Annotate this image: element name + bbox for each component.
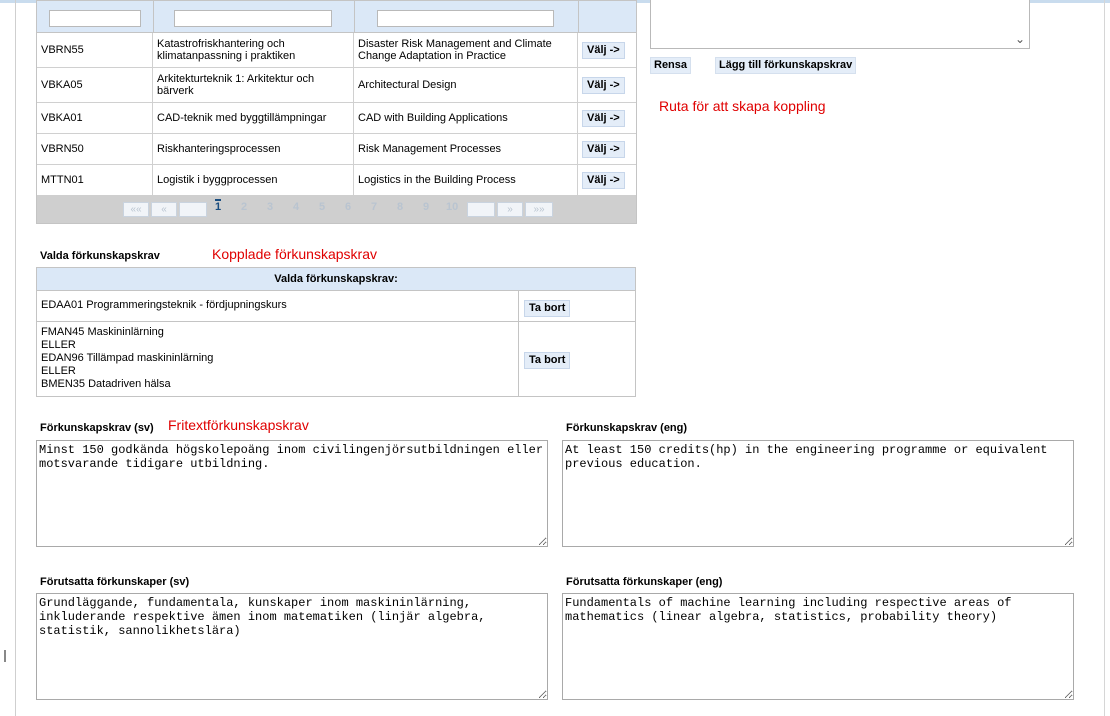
- pager-page-3[interactable]: 3: [267, 201, 273, 213]
- table-row: MTTN01 Logistik i byggprocessen Logistic…: [37, 165, 636, 195]
- table-row: EDAA01 Programmeringsteknik - fördjupnin…: [37, 291, 635, 322]
- pager-page-5[interactable]: 5: [319, 201, 325, 213]
- prereq-en-textarea[interactable]: At least 150 credits(hp) in the engineer…: [562, 440, 1074, 547]
- pager-blank: [467, 202, 495, 217]
- select-cell: Välj ->: [578, 68, 636, 102]
- right-frame-border: [1104, 0, 1105, 716]
- course-code: VBRN55: [37, 33, 153, 67]
- course-code: VBRN50: [37, 134, 153, 164]
- scroll-down-icon[interactable]: ⌄: [1015, 32, 1025, 46]
- course-code: VBKA05: [37, 68, 153, 102]
- select-course-button[interactable]: Välj ->: [582, 140, 625, 158]
- select-cell: Välj ->: [578, 103, 636, 133]
- assumed-sv-label: Förutsatta förkunskaper (sv): [40, 576, 190, 588]
- pager-page-1[interactable]: 1: [215, 199, 222, 213]
- pager-page-4[interactable]: 4: [293, 201, 299, 213]
- table-row: VBKA01 CAD-teknik med byggtillämpningar …: [37, 103, 636, 134]
- course-code: VBKA01: [37, 103, 153, 133]
- pager-page-7[interactable]: 7: [371, 201, 377, 213]
- filter-cell-name-sv: [153, 1, 355, 32]
- pager-first-button[interactable]: ««: [123, 202, 149, 217]
- pager-prev-button[interactable]: «: [151, 202, 177, 217]
- filter-cell-code: [37, 1, 154, 32]
- pager-page-6[interactable]: 6: [345, 201, 351, 213]
- course-name-en: Logistics in the Building Process: [354, 165, 578, 195]
- assumed-en-label: Förutsatta förkunskaper (eng): [566, 576, 723, 588]
- annotation-freetext: Fritextförkunskapskrav: [168, 417, 309, 433]
- selected-prereq-table: Valda förkunskapskrav: EDAA01 Programmer…: [36, 267, 636, 397]
- select-cell: Välj ->: [578, 134, 636, 164]
- prereq-sv-label: Förkunskapskrav (sv): [40, 422, 154, 434]
- pager-blank: [179, 202, 207, 217]
- left-edge-marker: [4, 650, 6, 662]
- select-course-button[interactable]: Välj ->: [582, 76, 625, 94]
- select-course-button[interactable]: Välj ->: [582, 109, 625, 127]
- select-cell: Välj ->: [578, 165, 636, 195]
- pager-page-10[interactable]: 10: [446, 201, 458, 213]
- filter-row: [37, 1, 636, 33]
- course-name-sv: Katastrofriskhantering och klimatanpassn…: [153, 33, 354, 67]
- course-code: MTTN01: [37, 165, 153, 195]
- prereq-line: FMAN45 Maskininlärning: [41, 326, 164, 338]
- pager-page-2[interactable]: 2: [241, 201, 247, 213]
- filter-name-en-input[interactable]: [377, 10, 554, 27]
- course-name-en: Architectural Design: [354, 68, 578, 102]
- selected-section-label: Valda förkunskapskrav: [40, 250, 160, 262]
- course-name-sv: Arkitekturteknik 1: Arkitektur och bärve…: [153, 68, 354, 102]
- prereq-sv-textarea[interactable]: Minst 150 godkända högskolepoäng inom ci…: [36, 440, 548, 547]
- assumed-en-textarea[interactable]: Fundamentals of machine learning includi…: [562, 593, 1074, 700]
- course-name-en: Disaster Risk Management and Climate Cha…: [354, 33, 578, 67]
- prereq-or: ELLER: [41, 339, 76, 351]
- filter-name-sv-input[interactable]: [174, 10, 332, 27]
- annotation-linked: Kopplade förkunskapskrav: [212, 246, 377, 262]
- clear-button[interactable]: Rensa: [650, 57, 692, 74]
- table-row: FMAN45 Maskininlärning ELLER EDAN96 Till…: [37, 322, 635, 396]
- course-grid: VBRN55 Katastrofriskhantering och klimat…: [36, 0, 637, 224]
- table-row: VBKA05 Arkitekturteknik 1: Arkitektur oc…: [37, 68, 636, 103]
- pager-last-button[interactable]: »»: [525, 202, 553, 217]
- prereq-line: EDAN96 Tillämpad maskininlärning: [41, 352, 214, 364]
- link-textbox[interactable]: ⌄: [650, 0, 1030, 49]
- select-course-button[interactable]: Välj ->: [582, 171, 625, 189]
- pager: «« « 1 2 3 4 5 6 7 8 9 10 » »»: [37, 195, 636, 223]
- selected-table-header: Valda förkunskapskrav:: [37, 268, 635, 291]
- course-name-sv: CAD-teknik med byggtillämpningar: [153, 103, 354, 133]
- remove-button[interactable]: Ta bort: [524, 352, 571, 369]
- table-row: VBRN55 Katastrofriskhantering och klimat…: [37, 33, 636, 68]
- left-frame-border: [15, 0, 16, 716]
- remove-button[interactable]: Ta bort: [524, 300, 571, 317]
- table-row: VBRN50 Riskhanteringsprocessen Risk Mana…: [37, 134, 636, 165]
- course-name-sv: Logistik i byggprocessen: [153, 165, 354, 195]
- remove-cell: Ta bort: [518, 322, 636, 396]
- prereq-line: EDAA01 Programmeringsteknik - fördjupnin…: [41, 299, 287, 311]
- filter-cell-name-en: [354, 1, 579, 32]
- prereq-or: ELLER: [41, 365, 76, 377]
- prereq-group: FMAN45 Maskininlärning ELLER EDAN96 Till…: [41, 326, 213, 391]
- course-name-en: CAD with Building Applications: [354, 103, 578, 133]
- pager-next-button[interactable]: »: [497, 202, 523, 217]
- select-cell: Välj ->: [578, 33, 636, 67]
- assumed-sv-textarea[interactable]: Grundläggande, fundamentala, kunskaper i…: [36, 593, 548, 700]
- course-name-sv: Riskhanteringsprocessen: [153, 134, 354, 164]
- prereq-line: BMEN35 Datadriven hälsa: [41, 378, 171, 390]
- course-name-en: Risk Management Processes: [354, 134, 578, 164]
- filter-code-input[interactable]: [49, 10, 141, 27]
- select-course-button[interactable]: Välj ->: [582, 41, 625, 59]
- remove-cell: Ta bort: [518, 291, 636, 321]
- pager-page-9[interactable]: 9: [423, 201, 429, 213]
- annotation-link-box: Ruta för att skapa koppling: [659, 98, 826, 114]
- add-prerequisite-button[interactable]: Lägg till förkunskapskrav: [715, 57, 857, 74]
- prereq-en-label: Förkunskapskrav (eng): [566, 422, 688, 434]
- pager-page-8[interactable]: 8: [397, 201, 403, 213]
